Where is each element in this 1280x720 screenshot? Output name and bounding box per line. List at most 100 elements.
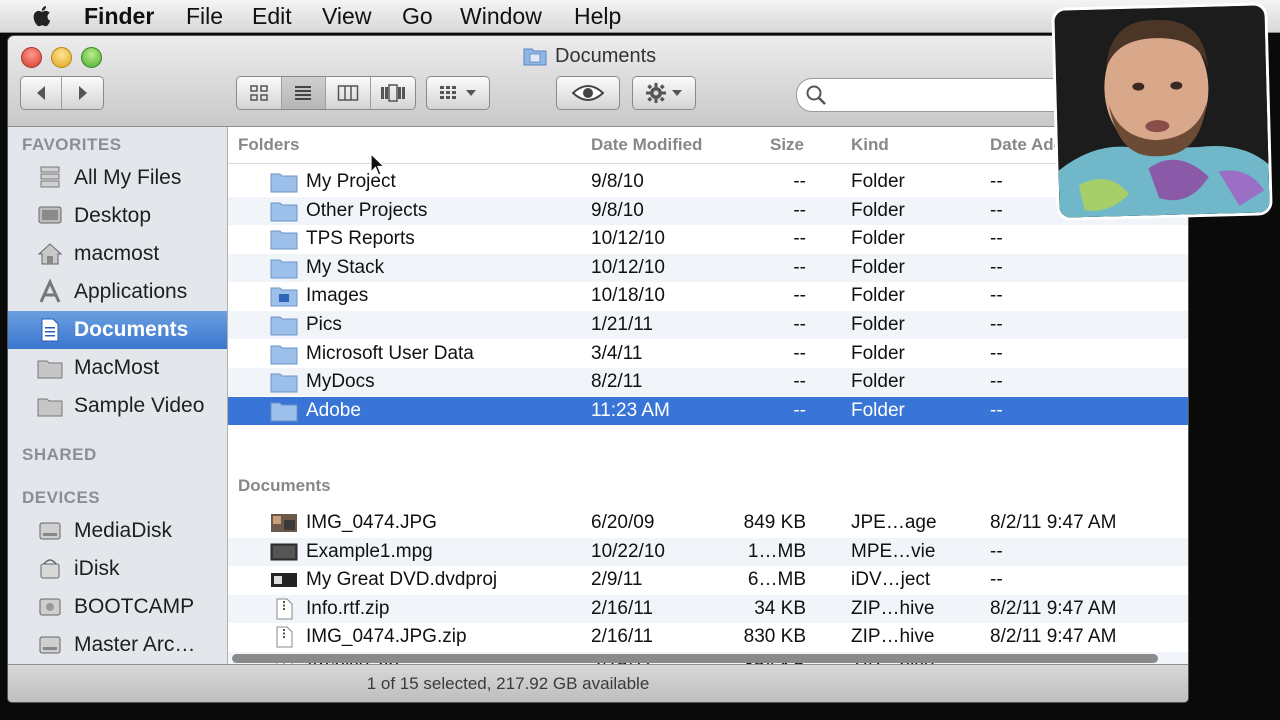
column-header-date-added[interactable]: Date Add	[990, 135, 1064, 155]
document-row[interactable]: Example1.mpg 10/22/10 1…MB MPE…vie --	[228, 537, 1188, 566]
menu-go[interactable]: Go	[402, 2, 433, 30]
sidebar-item-master-archive[interactable]: Master Arc…	[8, 626, 227, 664]
icon-view-icon	[250, 85, 268, 101]
sidebar-item-bootcamp[interactable]: BOOTCAMP	[8, 588, 227, 626]
folder-row[interactable]: Images 10/18/10 -- Folder --	[228, 282, 1188, 310]
file-name: Adobe	[306, 399, 361, 421]
sidebar-item-label: BOOTCAMP	[74, 595, 195, 618]
date-added: --	[990, 285, 1003, 307]
sidebar-item-documents[interactable]: Documents	[8, 311, 227, 349]
folder-row[interactable]: My Stack 10/12/10 -- Folder --	[228, 253, 1188, 282]
document-row[interactable]: Info.rtf.zip 2/16/11 34 KB ZIP…hive 8/2/11 9…	[228, 594, 1188, 623]
file-size: --	[793, 342, 806, 364]
file-size: --	[793, 228, 806, 250]
file-name: Example1.mpg	[306, 540, 433, 562]
dvd-project-icon	[271, 573, 297, 588]
column-header-kind[interactable]: Kind	[851, 135, 889, 155]
webcam-overlay	[1051, 2, 1273, 221]
document-row[interactable]: IMG_0474.JPG 6/20/09 849 KB JPE…age 8/2/11 9…	[228, 509, 1188, 537]
menu-view[interactable]: View	[322, 2, 371, 30]
file-kind: Folder	[851, 171, 905, 192]
date-added: --	[990, 256, 1003, 278]
file-name: Pics	[306, 314, 342, 335]
column-view-icon	[337, 85, 358, 101]
list-view-button[interactable]	[281, 77, 326, 109]
folder-row[interactable]: TPS Reports 10/12/10 -- Folder --	[228, 225, 1188, 253]
folder-icon	[270, 202, 298, 222]
file-name: TPS Reports	[306, 228, 415, 250]
menu-file[interactable]: File	[186, 2, 223, 30]
sidebar-item-mediadisk[interactable]: MediaDisk	[8, 512, 227, 550]
forward-arrow-icon	[78, 86, 87, 100]
window-title-text: Documents	[555, 45, 657, 67]
date-modified: 10/12/10	[591, 228, 665, 250]
back-forward-control	[20, 76, 104, 110]
folder-icon	[270, 373, 298, 393]
file-size: --	[793, 199, 806, 221]
back-button[interactable]	[21, 77, 63, 109]
date-added: --	[990, 228, 1003, 250]
file-kind: Folder	[851, 371, 905, 393]
all-files-icon	[40, 166, 60, 188]
folder-row[interactable]: Pics 1/21/11 -- Folder --	[228, 311, 1188, 339]
document-row[interactable]: My Great DVD.dvdproj 2/9/11 6…MB iDV…ject --	[228, 566, 1188, 594]
apple-menu-icon[interactable]	[30, 3, 56, 29]
menu-help[interactable]: Help	[574, 2, 621, 30]
file-name: IMG_0474.JPG.zip	[306, 626, 467, 648]
column-header-folders[interactable]: Folders	[238, 135, 299, 155]
file-kind: Folder	[851, 342, 905, 364]
horizontal-scrollbar[interactable]	[232, 654, 1158, 663]
date-modified: 2/9/11	[591, 569, 643, 591]
date-modified: 10/12/10	[591, 256, 665, 278]
date-modified: 2/16/11	[591, 626, 653, 648]
menu-edit[interactable]: Edit	[252, 2, 292, 30]
file-size: 6…MB	[747, 569, 806, 591]
sidebar-item-macmost-folder[interactable]: MacMost	[8, 349, 227, 387]
file-name: Other Projects	[306, 199, 428, 221]
presenter-video	[1054, 5, 1273, 221]
documents-folder-icon	[523, 48, 547, 66]
folder-row[interactable]: MyDocs 8/2/11 -- Folder --	[228, 368, 1188, 397]
menu-window[interactable]: Window	[460, 2, 542, 30]
folder-row[interactable]: Other Projects 9/8/10 -- Folder --	[228, 196, 1188, 225]
sidebar-item-label: iDisk	[74, 557, 120, 580]
documents-section-header: Documents	[238, 476, 331, 495]
file-kind: Folder	[851, 399, 905, 421]
file-size: --	[793, 256, 806, 278]
eye-icon	[572, 85, 604, 101]
column-header-date-modified[interactable]: Date Modified	[591, 135, 702, 155]
sidebar-item-applications[interactable]: Applications	[8, 273, 227, 311]
column-view-button[interactable]	[326, 77, 371, 109]
folder-row[interactable]: Microsoft User Data 3/4/11 -- Folder --	[228, 340, 1188, 368]
sidebar-item-macmost-home[interactable]: macmost	[8, 235, 227, 273]
action-button[interactable]	[632, 76, 696, 110]
date-added: --	[990, 342, 1003, 364]
file-kind: Folder	[851, 285, 905, 307]
date-modified: 10/18/10	[591, 285, 665, 307]
forward-button[interactable]	[62, 77, 103, 109]
column-header-size[interactable]: Size	[770, 135, 804, 155]
arrange-button[interactable]	[426, 76, 490, 110]
file-name: My Great DVD.dvdproj	[306, 569, 498, 591]
file-kind: Folder	[851, 314, 905, 335]
minimize-button[interactable]	[51, 47, 72, 68]
file-name: My Stack	[306, 256, 385, 278]
file-kind: iDV…ject	[851, 569, 931, 591]
video-icon	[270, 543, 298, 561]
status-text: 1 of 15 selected, 217.92 GB available	[366, 674, 650, 693]
cover-flow-button[interactable]	[371, 77, 415, 109]
icon-view-button[interactable]	[237, 77, 282, 109]
document-row[interactable]: IMG_0474.JPG.zip 2/16/11 830 KB ZIP…hive 8/2…	[228, 623, 1188, 651]
folder-row[interactable]: Adobe 11:23 AM -- Folder --	[228, 396, 1188, 425]
sidebar-item-sample-video[interactable]: Sample Video	[8, 387, 227, 425]
file-name: Images	[306, 285, 369, 307]
sidebar-item-idisk[interactable]: iDisk	[8, 550, 227, 588]
file-size: --	[793, 371, 806, 393]
photo-icon	[271, 514, 297, 532]
close-button[interactable]	[21, 47, 42, 68]
quick-look-button[interactable]	[556, 76, 620, 110]
zoom-button[interactable]	[81, 47, 102, 68]
sidebar-item-desktop[interactable]: Desktop	[8, 197, 227, 235]
menu-finder[interactable]: Finder	[84, 2, 154, 30]
sidebar-item-all-my-files[interactable]: All My Files	[8, 159, 227, 197]
